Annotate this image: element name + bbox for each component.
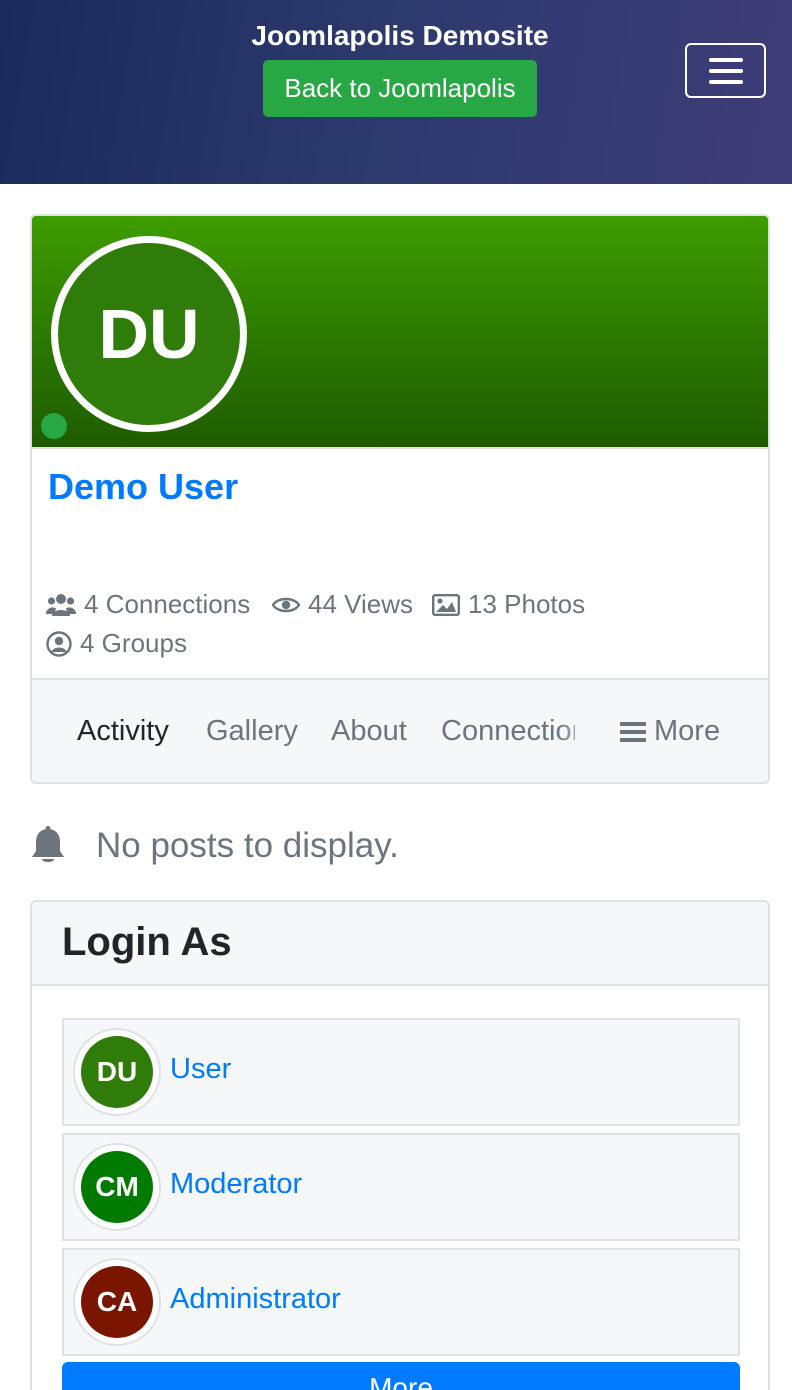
login-as-item-administrator[interactable]: CA Administrator [62, 1248, 740, 1356]
site-header: Joomlapolis Demosite Back to Joomlapolis [0, 0, 792, 184]
connections-stat-label: 4 Connections [84, 589, 251, 619]
online-status-indicator [41, 413, 67, 439]
site-title[interactable]: Joomlapolis Demosite [0, 20, 792, 52]
tab-scroll-fade [557, 700, 617, 764]
avatar-initials: CM [81, 1151, 153, 1223]
connections-stat[interactable]: 4 Connections [46, 589, 250, 620]
login-as-title: Login As [62, 920, 232, 964]
activity-empty-state: No posts to display. [30, 822, 399, 870]
eye-icon [272, 597, 300, 612]
tab-connections[interactable]: Connections [441, 715, 575, 748]
more-button[interactable]: More [62, 1362, 740, 1390]
login-as-link[interactable]: User [170, 1053, 231, 1086]
image-icon [432, 593, 460, 616]
tab-gallery[interactable]: Gallery [206, 715, 298, 748]
tab-more[interactable]: More [620, 715, 720, 748]
bars-icon [620, 721, 646, 742]
user-circle-icon [46, 630, 72, 657]
views-stat: 44 Views [272, 589, 413, 620]
tab-more-label: More [654, 715, 721, 747]
login-as-item-user[interactable]: DU User [62, 1018, 740, 1126]
photos-stat[interactable]: 13 Photos [432, 589, 585, 620]
back-to-joomlapolis-button[interactable]: Back to Joomlapolis [263, 60, 537, 117]
profile-cover: DU [32, 216, 768, 449]
users-icon [46, 593, 76, 616]
avatar[interactable]: DU [73, 1028, 161, 1116]
empty-activity-text: No posts to display. [96, 826, 399, 865]
avatar[interactable]: CA [73, 1258, 161, 1346]
tab-about[interactable]: About [331, 715, 407, 748]
views-stat-label: 44 Views [308, 589, 414, 619]
photos-stat-label: 13 Photos [468, 589, 586, 619]
profile-tabs: Activity Gallery About Connections More [32, 678, 768, 782]
profile-name[interactable]: Demo User [48, 466, 238, 508]
menu-toggle-button[interactable] [685, 43, 766, 98]
avatar-initials: DU [81, 1036, 153, 1108]
login-as-item-moderator[interactable]: CM Moderator [62, 1133, 740, 1241]
groups-stat[interactable]: 4 Groups [46, 628, 187, 659]
login-as-header: Login As [32, 902, 768, 986]
bell-icon [32, 826, 64, 862]
tab-activity[interactable]: Activity [77, 715, 169, 748]
profile-card: DU Demo User 4 Connections 44 Views 13 P… [30, 214, 770, 784]
hamburger-menu-icon [708, 57, 743, 84]
profile-avatar[interactable]: DU [51, 236, 247, 432]
groups-stat-label: 4 Groups [80, 628, 187, 658]
avatar-initials: CA [81, 1266, 153, 1338]
login-as-link[interactable]: Administrator [170, 1283, 341, 1316]
avatar[interactable]: CM [73, 1143, 161, 1231]
login-as-link[interactable]: Moderator [170, 1168, 302, 1201]
login-as-card: Login As DU User CM Moderator CA Adminis… [30, 900, 770, 1390]
